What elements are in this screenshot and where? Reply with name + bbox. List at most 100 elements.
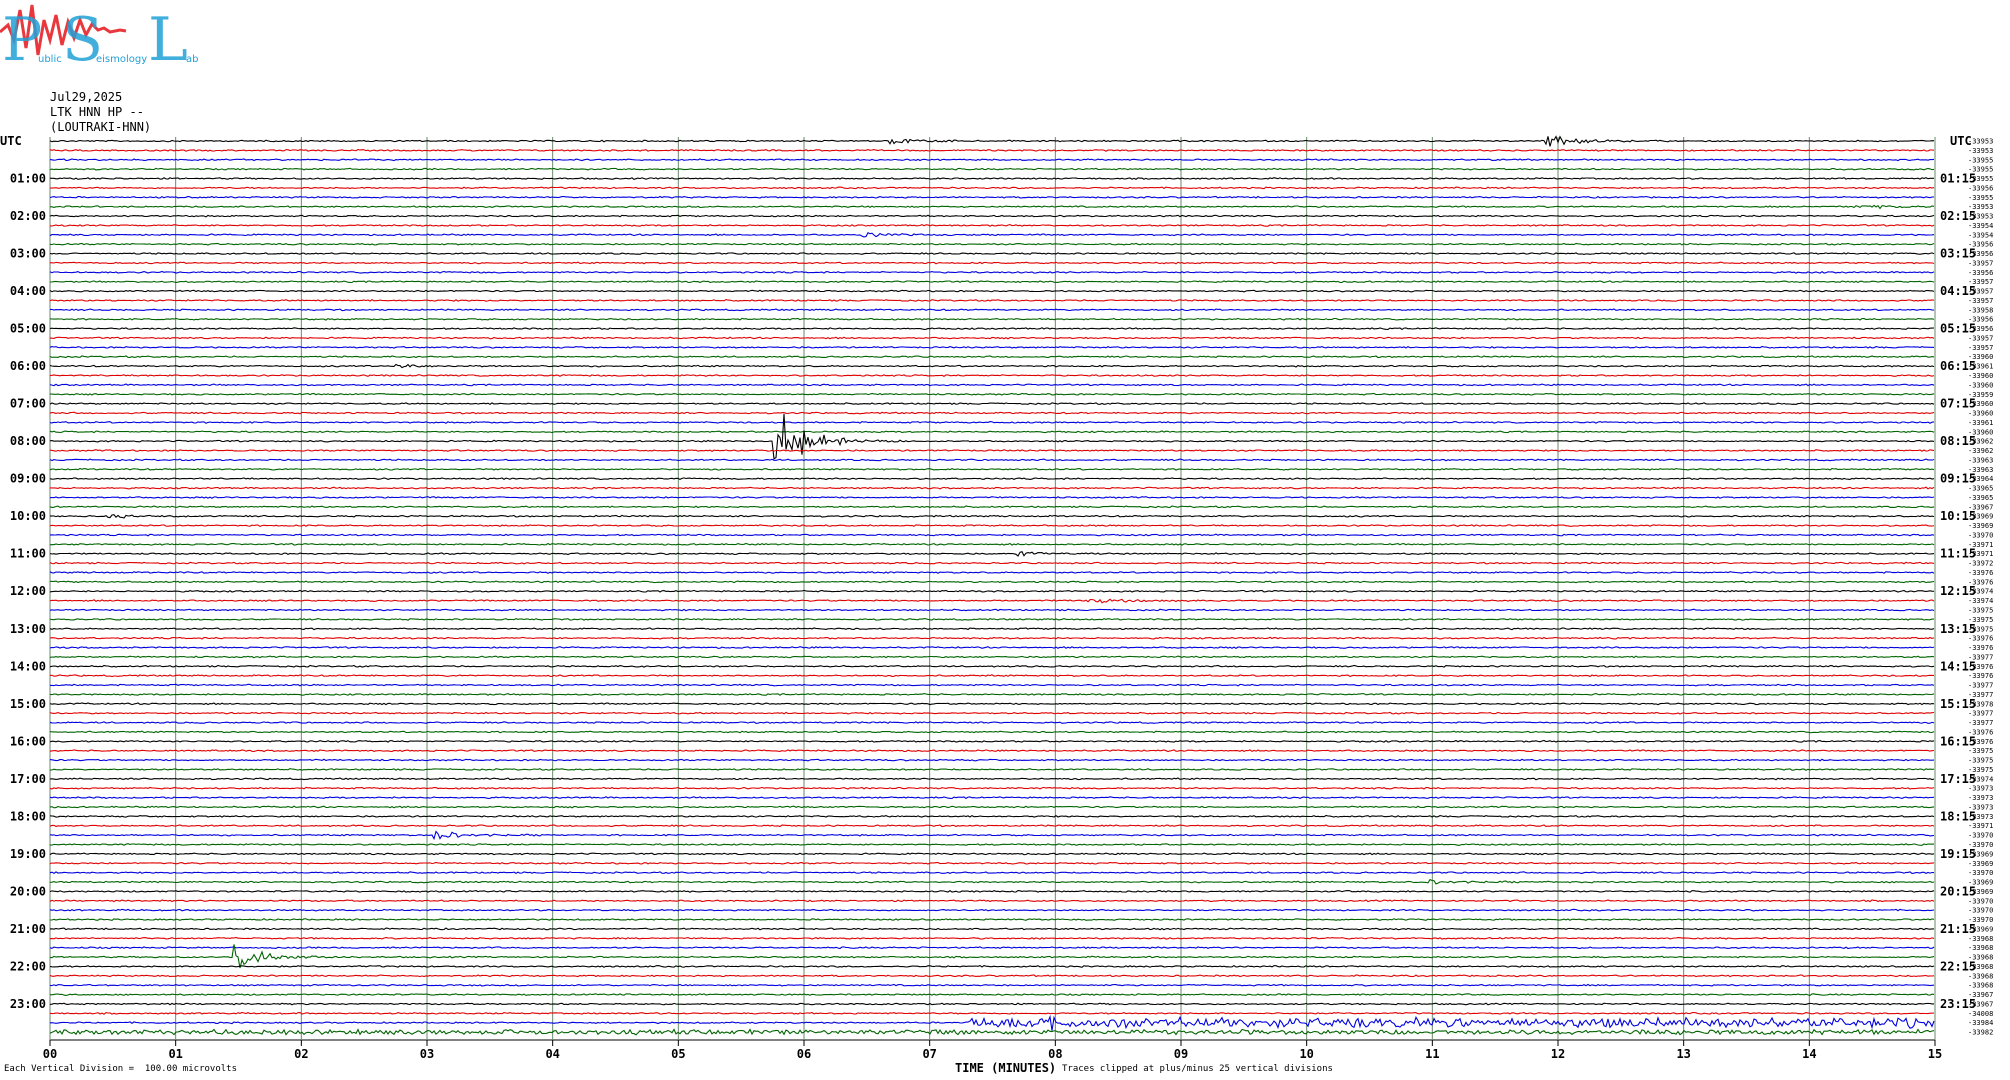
seismic-trace bbox=[49, 617, 1934, 621]
seismic-trace bbox=[49, 542, 1935, 546]
seismic-trace bbox=[49, 551, 1935, 557]
seismic-trace bbox=[49, 261, 1935, 265]
trace-value: -33953 bbox=[1968, 138, 1993, 146]
trace-value: -33984 bbox=[1968, 1019, 1993, 1027]
seismic-trace bbox=[49, 974, 1935, 978]
seismic-trace bbox=[49, 327, 1935, 331]
trace-value: -33965 bbox=[1968, 485, 1993, 493]
seismic-trace bbox=[49, 317, 1935, 321]
hour-label-right: 12:15 bbox=[1940, 584, 1976, 598]
seismic-trace bbox=[49, 878, 1935, 885]
hour-label: 14:00 bbox=[10, 659, 46, 673]
seismic-trace bbox=[49, 598, 1935, 604]
seismic-trace bbox=[49, 231, 1935, 238]
hour-label: 05:00 bbox=[10, 322, 46, 336]
trace-value: -33965 bbox=[1968, 494, 1993, 502]
hour-label-right: 19:15 bbox=[1940, 847, 1976, 861]
hour-label-right: 10:15 bbox=[1940, 509, 1976, 523]
trace-value: -33969 bbox=[1968, 860, 1993, 868]
hour-label: 23:00 bbox=[10, 997, 46, 1011]
hour-label-right: 14:15 bbox=[1940, 659, 1976, 673]
seismic-trace bbox=[49, 270, 1935, 274]
x-tick-label: 14 bbox=[1802, 1047, 1816, 1061]
trace-value: -33973 bbox=[1968, 785, 1993, 793]
hour-label-right: 02:15 bbox=[1940, 209, 1976, 223]
hour-label: 20:00 bbox=[10, 884, 46, 898]
trace-value: -33970 bbox=[1968, 897, 1993, 905]
hour-label: 16:00 bbox=[10, 734, 46, 748]
seismic-trace bbox=[49, 467, 1935, 471]
trace-value: -33957 bbox=[1968, 344, 1993, 352]
x-tick-label: 01 bbox=[168, 1047, 182, 1061]
seismic-trace bbox=[50, 280, 1935, 284]
hour-label: 06:00 bbox=[10, 359, 46, 373]
trace-value: -33977 bbox=[1968, 719, 1993, 727]
trace-value: -33976 bbox=[1968, 644, 1993, 652]
seismic-trace bbox=[49, 664, 1935, 668]
hour-label: 18:00 bbox=[10, 809, 46, 823]
seismic-trace bbox=[49, 514, 1935, 519]
x-tick-label: 05 bbox=[671, 1047, 685, 1061]
seismic-trace bbox=[49, 477, 1935, 481]
hour-label: 21:00 bbox=[10, 922, 46, 936]
trace-value: -33970 bbox=[1968, 907, 1993, 915]
trace-value: -33968 bbox=[1968, 982, 1993, 990]
seismic-trace bbox=[49, 589, 1935, 593]
right-utc-label: UTC bbox=[1950, 134, 1972, 148]
seismic-trace bbox=[49, 195, 1934, 199]
trace-value: -33969 bbox=[1968, 522, 1993, 530]
seismic-trace bbox=[49, 927, 1934, 931]
trace-value: -33968 bbox=[1968, 944, 1993, 952]
seismic-trace bbox=[50, 918, 1935, 921]
x-tick-label: 07 bbox=[922, 1047, 936, 1061]
x-tick-label: 06 bbox=[797, 1047, 811, 1061]
trace-value: -33957 bbox=[1968, 334, 1993, 342]
hour-label: 19:00 bbox=[10, 847, 46, 861]
seismic-trace bbox=[49, 158, 1935, 162]
trace-value: -33958 bbox=[1968, 306, 1993, 314]
trace-value: -33982 bbox=[1968, 1029, 1993, 1037]
hour-label-right: 11:15 bbox=[1940, 547, 1976, 561]
seismic-trace bbox=[49, 824, 1935, 828]
trace-value: -33975 bbox=[1968, 757, 1993, 765]
trace-value: -33968 bbox=[1968, 972, 1993, 980]
seismic-trace bbox=[49, 223, 1935, 227]
trace-value: -33960 bbox=[1968, 372, 1993, 380]
trace-value: -33962 bbox=[1968, 447, 1993, 455]
hour-label-right: 01:15 bbox=[1940, 172, 1976, 186]
seismic-trace bbox=[49, 946, 1935, 950]
x-tick-label: 08 bbox=[1048, 1047, 1062, 1061]
x-tick-label: 10 bbox=[1299, 1047, 1313, 1061]
seismic-trace bbox=[49, 843, 1935, 846]
trace-value: -33970 bbox=[1968, 832, 1993, 840]
hour-label-right: 03:15 bbox=[1940, 247, 1976, 261]
seismic-trace bbox=[50, 486, 1935, 490]
hour-label-right: 09:15 bbox=[1940, 472, 1976, 486]
trace-value: -33957 bbox=[1968, 259, 1993, 267]
helicorder-plot: 00 01 02 03 04 05 06 07 08 09 10 11 12 13 14 15-33953-3… bbox=[0, 134, 1993, 1061]
hour-label-right: 17:15 bbox=[1940, 772, 1976, 786]
trace-value: -33957 bbox=[1968, 297, 1993, 305]
seismic-trace bbox=[49, 871, 1935, 875]
trace-value: -33975 bbox=[1968, 747, 1993, 755]
trace-value: -33968 bbox=[1968, 935, 1993, 943]
trace-value: -33953 bbox=[1968, 147, 1993, 155]
trace-value: -33976 bbox=[1968, 569, 1993, 577]
seismic-trace bbox=[49, 830, 1935, 841]
seismic-trace bbox=[49, 730, 1935, 734]
hour-label-right: 06:15 bbox=[1940, 359, 1976, 373]
seismic-trace bbox=[49, 805, 1935, 809]
seismic-trace bbox=[49, 983, 1935, 987]
seismic-trace bbox=[49, 571, 1935, 574]
seismic-trace bbox=[49, 289, 1935, 293]
seismic-trace bbox=[49, 214, 1935, 218]
seismic-trace bbox=[49, 936, 1935, 940]
trace-value: -33976 bbox=[1968, 672, 1993, 680]
left-utc-label: UTC bbox=[0, 134, 22, 148]
seismic-trace bbox=[49, 692, 1935, 696]
seismic-trace bbox=[49, 252, 1935, 255]
seismic-trace bbox=[49, 580, 1935, 584]
seismic-trace bbox=[49, 420, 1935, 424]
seismic-trace bbox=[49, 186, 1935, 190]
hour-label-right: 15:15 bbox=[1940, 697, 1976, 711]
